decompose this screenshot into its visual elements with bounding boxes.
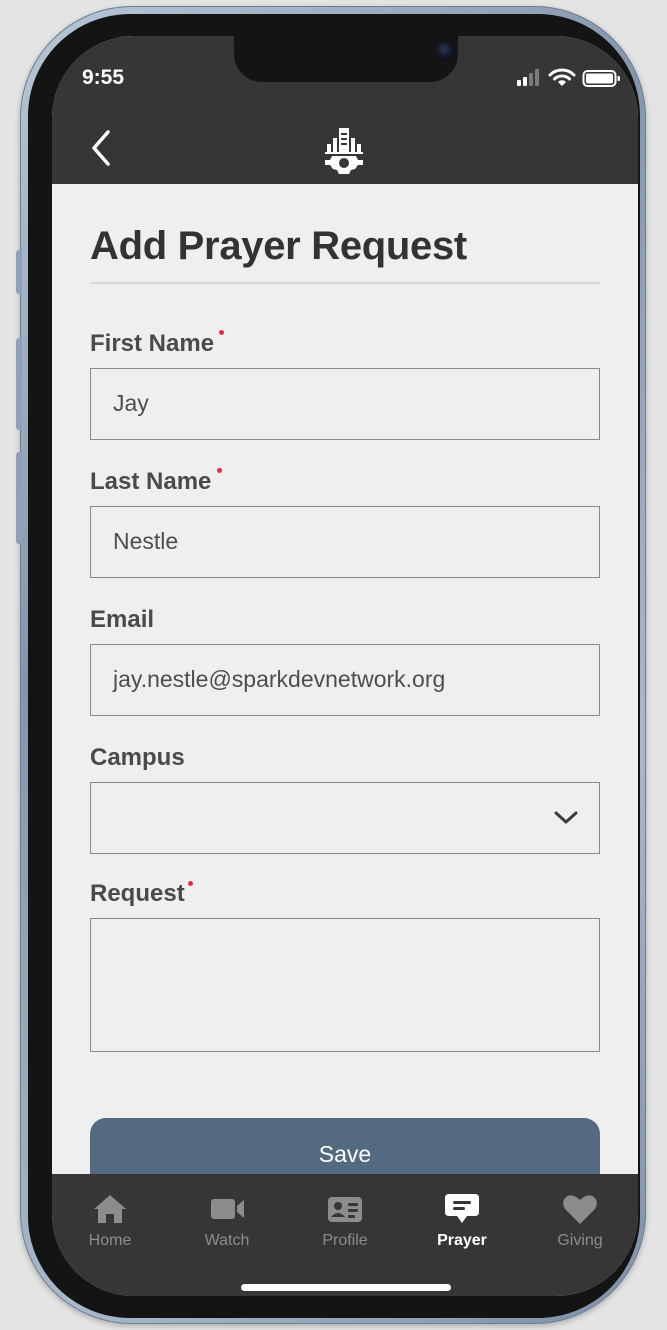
campus-label: Campus [90, 744, 185, 771]
tab-label: Profile [322, 1232, 368, 1249]
required-indicator [219, 330, 224, 335]
battery-icon [582, 70, 620, 87]
id-card-icon [328, 1197, 362, 1222]
title-divider [90, 282, 600, 284]
volume-down-button [16, 452, 22, 544]
front-camera [437, 42, 455, 60]
required-indicator [217, 468, 222, 473]
last-name-field[interactable]: Nestle [90, 506, 600, 578]
silent-switch [16, 250, 22, 294]
tab-prayer[interactable]: Prayer [412, 1192, 512, 1250]
tab-watch[interactable]: Watch [177, 1192, 277, 1250]
tab-giving[interactable]: Giving [530, 1192, 630, 1250]
app-header: 9:55 [52, 36, 638, 184]
app-screen: 9:55 Add Prayer Request First Name Jay L… [52, 36, 638, 1296]
required-indicator [188, 881, 193, 886]
bottom-tab-bar: Home Watch Profile Prayer Giving [52, 1174, 638, 1296]
rock-gear-logo-icon [325, 128, 363, 174]
first-name-label: First Name [90, 330, 215, 357]
cellular-signal-icon [517, 69, 539, 86]
home-icon [94, 1195, 126, 1223]
last-name-label: Last Name [90, 468, 212, 495]
tab-label: Prayer [437, 1232, 487, 1249]
tab-profile[interactable]: Profile [295, 1192, 395, 1250]
request-label: Request [90, 880, 185, 907]
status-icons [514, 68, 624, 88]
heart-icon [563, 1195, 597, 1224]
video-camera-icon [211, 1199, 244, 1219]
status-time: 9:55 [82, 66, 125, 89]
request-textarea[interactable] [90, 918, 600, 1052]
tab-home[interactable]: Home [60, 1192, 160, 1250]
notch [234, 36, 458, 82]
wifi-icon [548, 68, 576, 86]
tab-label: Home [88, 1232, 132, 1249]
tab-label: Watch [204, 1232, 250, 1249]
campus-select[interactable] [90, 782, 600, 854]
email-field[interactable]: jay.nestle@sparkdevnetwork.org [90, 644, 600, 716]
page-title: Add Prayer Request [90, 224, 467, 268]
chat-bubble-icon [445, 1194, 479, 1223]
first-name-field[interactable]: Jay [90, 368, 600, 440]
email-label: Email [90, 606, 155, 633]
chevron-down-icon [554, 811, 578, 824]
tab-label: Giving [557, 1232, 603, 1249]
back-chevron-icon[interactable] [88, 128, 114, 168]
home-indicator[interactable] [241, 1284, 451, 1291]
volume-up-button [16, 338, 22, 430]
